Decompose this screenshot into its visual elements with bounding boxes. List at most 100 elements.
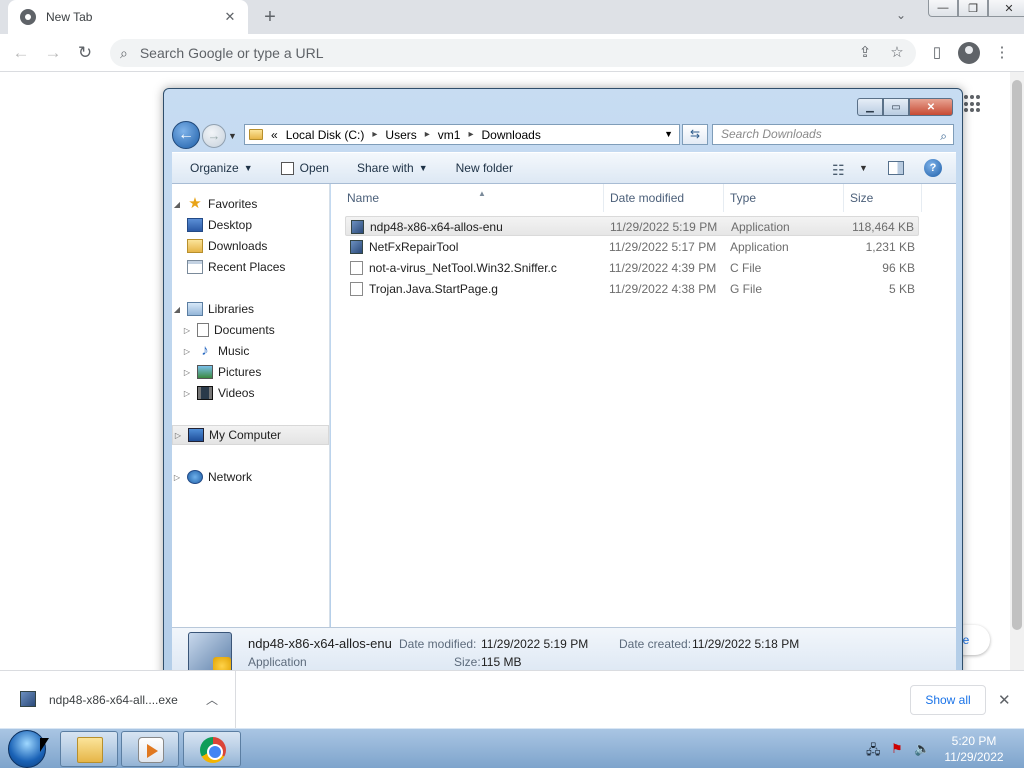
page-scrollbar-thumb[interactable] bbox=[1012, 80, 1022, 630]
chevron-up-icon[interactable]: ︿ bbox=[206, 691, 218, 708]
mouse-cursor-icon bbox=[40, 738, 49, 752]
breadcrumb-users[interactable]: Users bbox=[385, 128, 416, 142]
preview-pane-icon[interactable] bbox=[888, 161, 904, 175]
nav-libraries[interactable]: ◢ Libraries bbox=[172, 299, 329, 319]
tab-close-icon[interactable]: ✕ bbox=[220, 7, 240, 27]
nav-network-label: Network bbox=[208, 470, 253, 484]
recent-pages-dropdown-icon[interactable]: ▼ bbox=[228, 131, 237, 141]
column-header-size[interactable]: Size bbox=[844, 184, 922, 212]
nav-downloads[interactable]: Downloads bbox=[172, 236, 329, 256]
collapsed-triangle-icon[interactable]: ▷ bbox=[182, 326, 192, 335]
open-button[interactable]: Open bbox=[267, 161, 343, 175]
computer-icon bbox=[188, 428, 204, 442]
download-file-name: ndp48-x86-x64-all....exe bbox=[49, 693, 178, 707]
new-tab-button[interactable]: + bbox=[258, 6, 282, 28]
recent-places-icon bbox=[187, 260, 203, 274]
share-with-button[interactable]: Share with ▼ bbox=[343, 161, 442, 175]
omnibox[interactable]: ⌕ Search Google or type a URL bbox=[110, 39, 916, 67]
address-overflow[interactable]: « bbox=[271, 128, 278, 142]
sort-ascending-icon: ▲ bbox=[478, 189, 486, 198]
navigation-pane[interactable]: ◢ ★ Favorites Desktop Downloads Recent Pla… bbox=[172, 184, 330, 627]
column-header-name[interactable]: Name ▲ bbox=[341, 184, 604, 212]
side-panel-icon[interactable]: ▯ bbox=[924, 40, 950, 66]
breadcrumb-separator-icon[interactable]: ▸ bbox=[468, 129, 473, 140]
close-shelf-icon[interactable]: ✕ bbox=[998, 691, 1011, 709]
details-file-type: Application bbox=[248, 655, 307, 669]
restore-button[interactable]: ❐ bbox=[958, 0, 988, 17]
explorer-minimize-button[interactable]: ▁ bbox=[857, 98, 883, 116]
action-center-flag-icon[interactable]: ⚑ bbox=[891, 741, 903, 757]
download-item[interactable]: ndp48-x86-x64-all....exe ︿ bbox=[0, 671, 236, 729]
profile-avatar-icon[interactable] bbox=[958, 42, 980, 64]
reload-icon[interactable]: ↻ bbox=[72, 40, 98, 66]
close-button[interactable]: ✕ bbox=[988, 0, 1024, 17]
nav-favorites[interactable]: ◢ ★ Favorites bbox=[172, 194, 329, 214]
expanded-triangle-icon[interactable]: ◢ bbox=[172, 200, 182, 209]
nav-pictures[interactable]: ▷ Pictures bbox=[172, 362, 329, 382]
collapsed-triangle-icon[interactable]: ▷ bbox=[182, 368, 192, 377]
collapsed-triangle-icon[interactable]: ▷ bbox=[173, 431, 183, 440]
file-row[interactable]: Trojan.Java.StartPage.g 11/29/2022 4:38 … bbox=[345, 279, 919, 299]
file-row[interactable]: NetFxRepairTool 11/29/2022 5:17 PM Appli… bbox=[345, 237, 919, 257]
nav-network[interactable]: ▷ Network bbox=[172, 467, 329, 487]
tab-search-button[interactable]: ⌄ bbox=[896, 8, 906, 22]
command-bar: Organize ▼ Open Share with ▼ New folder ☷ … bbox=[172, 152, 956, 184]
explorer-close-button[interactable]: ✕ bbox=[909, 98, 953, 116]
search-icon[interactable]: ⌕ bbox=[940, 127, 947, 146]
minimize-button[interactable]: — bbox=[928, 0, 958, 17]
browser-tab[interactable]: New Tab ✕ bbox=[8, 0, 248, 34]
file-list-pane[interactable]: Name ▲ Date modified Type Size ndp48-x86-… bbox=[331, 184, 956, 627]
breadcrumb-separator-icon[interactable]: ▸ bbox=[372, 129, 377, 140]
explorer-maximize-button[interactable]: ▭ bbox=[883, 98, 909, 116]
new-folder-button[interactable]: New folder bbox=[442, 161, 527, 175]
view-dropdown-icon[interactable]: ▼ bbox=[859, 163, 868, 173]
bookmark-star-icon[interactable]: ☆ bbox=[884, 40, 910, 66]
collapsed-triangle-icon[interactable]: ▷ bbox=[182, 389, 192, 398]
expanded-triangle-icon[interactable]: ◢ bbox=[172, 305, 182, 314]
folder-icon bbox=[249, 129, 263, 140]
nav-desktop[interactable]: Desktop bbox=[172, 215, 329, 235]
apps-grid-icon[interactable] bbox=[964, 95, 982, 113]
explorer-forward-button[interactable]: → bbox=[202, 124, 226, 148]
refresh-icon[interactable]: ⇆ bbox=[682, 124, 708, 145]
address-bar[interactable]: « Local Disk (C:) ▸ Users ▸ vm1 ▸ Downlo… bbox=[244, 124, 680, 145]
taskbar-chrome-button[interactable] bbox=[183, 731, 241, 767]
file-type: Application bbox=[730, 240, 789, 254]
column-header-type[interactable]: Type bbox=[724, 184, 844, 212]
nav-recent-places[interactable]: Recent Places bbox=[172, 257, 329, 277]
explorer-back-button[interactable]: ← bbox=[172, 121, 200, 149]
column-header-date[interactable]: Date modified bbox=[604, 184, 724, 212]
share-with-label: Share with bbox=[356, 161, 414, 175]
back-arrow-icon[interactable]: ← bbox=[8, 40, 34, 66]
application-icon bbox=[20, 691, 36, 707]
share-icon[interactable]: ⇪ bbox=[852, 40, 878, 66]
address-dropdown-icon[interactable]: ▼ bbox=[664, 129, 673, 139]
nav-documents[interactable]: ▷ Documents bbox=[172, 320, 329, 340]
file-row[interactable]: ndp48-x86-x64-allos-enu 11/29/2022 5:19 … bbox=[345, 216, 919, 236]
column-date-label: Date modified bbox=[610, 191, 685, 205]
nav-my-computer[interactable]: ▷ My Computer bbox=[172, 425, 329, 445]
pictures-icon bbox=[197, 365, 213, 379]
help-icon[interactable]: ? bbox=[924, 159, 942, 177]
network-tray-icon[interactable]: 🖧 bbox=[866, 741, 881, 763]
music-icon: ♪ bbox=[201, 342, 209, 359]
nav-videos[interactable]: ▷ Videos bbox=[172, 383, 329, 403]
forward-arrow-icon[interactable]: → bbox=[40, 40, 66, 66]
breadcrumb-vm1[interactable]: vm1 bbox=[438, 128, 461, 142]
collapsed-triangle-icon[interactable]: ▷ bbox=[172, 473, 182, 482]
show-all-button[interactable]: Show all bbox=[910, 685, 986, 715]
taskbar-explorer-button[interactable] bbox=[60, 731, 118, 767]
organize-button[interactable]: Organize ▼ bbox=[176, 161, 267, 175]
menu-dots-icon[interactable]: ⋮ bbox=[989, 40, 1015, 66]
change-view-icon[interactable]: ☷ bbox=[832, 162, 845, 179]
breadcrumb-separator-icon[interactable]: ▸ bbox=[425, 129, 430, 140]
file-row[interactable]: not-a-virus_NetTool.Win32.Sniffer.c 11/2… bbox=[345, 258, 919, 278]
nav-music[interactable]: ▷ ♪ Music bbox=[172, 341, 329, 361]
system-clock[interactable]: 5:20 PM 11/29/2022 bbox=[936, 733, 1012, 765]
collapsed-triangle-icon[interactable]: ▷ bbox=[182, 347, 192, 356]
search-downloads-input[interactable]: Search Downloads ⌕ bbox=[712, 124, 954, 145]
volume-icon[interactable]: 🔈 bbox=[914, 741, 930, 757]
breadcrumb-local-disk[interactable]: Local Disk (C:) bbox=[286, 128, 365, 142]
breadcrumb-downloads[interactable]: Downloads bbox=[481, 128, 540, 142]
taskbar-media-player-button[interactable] bbox=[121, 731, 179, 767]
